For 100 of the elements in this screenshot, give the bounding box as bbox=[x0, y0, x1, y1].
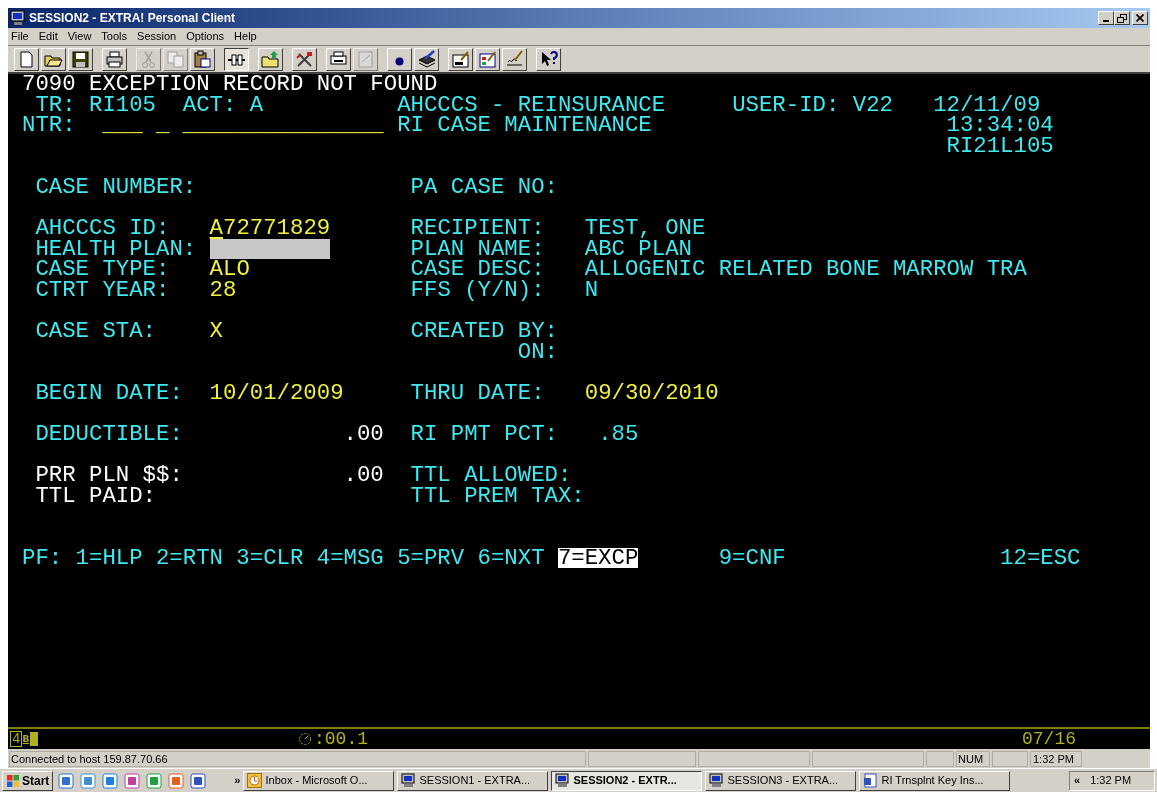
minimize-button[interactable] bbox=[1098, 11, 1114, 25]
field-label: THRU DATE: bbox=[410, 382, 545, 404]
taskbar-button[interactable]: Inbox - Microsoft O... bbox=[243, 770, 395, 791]
field-label: RI PMT PCT: bbox=[410, 424, 558, 445]
field-label: AHCCCS ID: bbox=[35, 218, 170, 239]
taskbar-button[interactable]: SESSION1 - EXTRA... bbox=[397, 770, 549, 791]
screen-time: 13:34:04 bbox=[946, 115, 1054, 136]
field-value: .85 bbox=[598, 424, 639, 445]
menu-item[interactable]: Edit bbox=[38, 28, 58, 45]
function-key[interactable]: 2=RTN bbox=[155, 547, 223, 569]
field-value: 09/30/2010 bbox=[584, 382, 719, 404]
field-label: ON: bbox=[517, 341, 558, 363]
field-label: PA CASE NO: bbox=[410, 176, 558, 198]
function-key[interactable]: 7=EXCP bbox=[557, 547, 639, 569]
cursor-position: 07/16 bbox=[1022, 727, 1076, 751]
taskbar-button[interactable]: RI Trnsplnt Key Ins... bbox=[859, 770, 1011, 791]
function-key[interactable]: 9=CNF bbox=[718, 547, 786, 569]
field-label: CASE DESC: bbox=[410, 259, 545, 280]
field-value: ABC PLAN bbox=[584, 238, 692, 260]
field-value: RI105 bbox=[89, 94, 156, 116]
input-field[interactable]: _ bbox=[156, 115, 170, 136]
start-button[interactable]: Start bbox=[2, 770, 54, 791]
clock-icon bbox=[247, 773, 263, 788]
field-value: A72771829 bbox=[209, 218, 331, 239]
field-label: PRR PLN $$: bbox=[35, 465, 183, 486]
close-button[interactable] bbox=[1132, 11, 1148, 25]
signature-pencil-icon bbox=[505, 49, 524, 69]
toolbar-button[interactable] bbox=[224, 47, 249, 71]
function-key[interactable]: 12=ESC bbox=[1000, 547, 1081, 569]
field-value: N bbox=[584, 279, 599, 301]
terminal-icon bbox=[555, 773, 571, 788]
hammer-icon bbox=[295, 49, 314, 69]
tray-toggle[interactable]: « bbox=[1074, 772, 1081, 789]
restore-button[interactable] bbox=[1114, 11, 1130, 25]
function-key[interactable]: 5=PRV bbox=[397, 547, 465, 569]
field-label: CASE NUMBER: bbox=[35, 176, 197, 198]
field-value: V22 bbox=[852, 94, 893, 116]
masked-field[interactable] bbox=[209, 239, 331, 260]
menu-item[interactable]: View bbox=[67, 28, 92, 45]
field-label: CASE TYPE: bbox=[35, 259, 170, 280]
field-value: 10/01/2009 bbox=[209, 382, 344, 404]
input-field[interactable]: ___ bbox=[102, 115, 143, 136]
field-label: BEGIN DATE: bbox=[35, 382, 183, 404]
field-value: TEST, ONE bbox=[584, 218, 706, 239]
field-label: CASE STA: bbox=[35, 321, 156, 342]
copy-icon bbox=[166, 49, 185, 69]
field-label: USER-ID: bbox=[732, 94, 840, 116]
field-value: ALLOGENIC RELATED BONE MARROW TRA bbox=[584, 259, 1027, 280]
menu-item[interactable]: Session bbox=[137, 28, 177, 45]
elapsed-timer: :00.1 bbox=[314, 727, 369, 751]
field-value: .00 bbox=[343, 465, 384, 486]
num-lock-indicator: NUM bbox=[956, 750, 990, 767]
dot-icon bbox=[395, 57, 404, 66]
function-key[interactable]: 4=MSG bbox=[316, 547, 384, 569]
pf-label: PF: bbox=[22, 547, 63, 569]
session-letter: B bbox=[22, 731, 29, 747]
document-icon bbox=[356, 49, 375, 69]
menu-item[interactable]: Help bbox=[234, 28, 257, 45]
windows-logo-icon bbox=[6, 773, 20, 788]
status-panel bbox=[992, 750, 1028, 767]
field-label: ACT: bbox=[182, 94, 237, 116]
field-value: X bbox=[209, 321, 223, 342]
field-value: ALO bbox=[209, 259, 250, 280]
field-label: TTL PAID: bbox=[35, 485, 156, 507]
field-label: CTRT YEAR: bbox=[35, 279, 170, 301]
field-label: TR: bbox=[35, 94, 76, 116]
restore-icon bbox=[1117, 13, 1127, 23]
status-panel bbox=[926, 750, 954, 767]
scissors-icon bbox=[139, 49, 158, 69]
input-field[interactable]: _______________ bbox=[182, 115, 384, 136]
taskbar-button[interactable]: SESSION3 - EXTRA... bbox=[705, 770, 857, 791]
system-name: AHCCCS - REINSURANCE bbox=[397, 94, 666, 116]
field-label: FFS (Y/N): bbox=[410, 279, 545, 301]
cursor-block-icon bbox=[30, 732, 38, 746]
clipboard-icon bbox=[193, 49, 212, 69]
field-label: DEDUCTIBLE: bbox=[35, 424, 183, 445]
screen-id: RI21L105 bbox=[946, 135, 1054, 157]
menu-item[interactable]: Tools bbox=[101, 28, 128, 45]
close-icon bbox=[1136, 14, 1144, 22]
menu-item[interactable]: Options bbox=[186, 28, 225, 45]
screen-date: 12/11/09 bbox=[933, 94, 1041, 116]
overflow-chevron[interactable]: » bbox=[234, 772, 241, 789]
screen-title: RI CASE MAINTENANCE bbox=[397, 115, 652, 136]
folder-arrow-icon bbox=[261, 49, 280, 69]
printer-icon bbox=[105, 49, 124, 69]
function-key[interactable]: 6=NXT bbox=[477, 547, 545, 569]
function-key[interactable]: 3=CLR bbox=[236, 547, 304, 569]
status-message: Connected to host 159.87.70.66 bbox=[9, 750, 586, 767]
status-time: 1:32 PM bbox=[1030, 750, 1082, 767]
field-label: TTL ALLOWED: bbox=[410, 465, 572, 486]
grid-pencil-icon bbox=[478, 49, 497, 69]
menu-item[interactable]: File bbox=[11, 28, 29, 45]
terminal-icon bbox=[709, 773, 725, 788]
terminal-icon bbox=[10, 10, 26, 26]
clock-icon bbox=[298, 732, 312, 746]
field-label: PLAN NAME: bbox=[410, 238, 545, 260]
taskbar-button[interactable]: SESSION2 - EXTR... bbox=[551, 770, 703, 791]
function-key[interactable]: 1=HLP bbox=[75, 547, 143, 569]
field-label: NTR: bbox=[22, 115, 76, 136]
error-message: 7090 EXCEPTION RECORD NOT FOUND bbox=[22, 74, 438, 95]
